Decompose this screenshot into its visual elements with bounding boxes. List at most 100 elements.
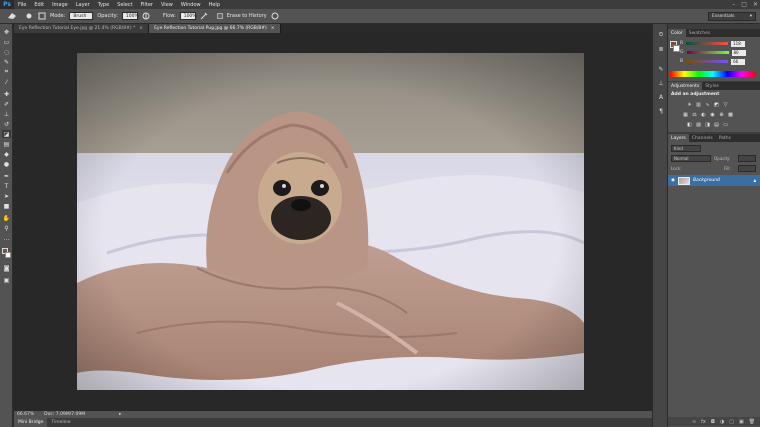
brightness-contrast-icon[interactable]: ☀ — [686, 101, 693, 108]
menu-select[interactable]: Select — [113, 2, 136, 8]
visibility-eye-icon[interactable]: ◉ — [671, 178, 675, 183]
brush-tool-icon[interactable]: ✐ — [2, 100, 11, 108]
minimize-button[interactable]: – — [732, 1, 735, 8]
color-spectrum[interactable] — [670, 71, 756, 77]
tab-styles[interactable]: Styles — [702, 82, 722, 90]
status-arrow-icon[interactable]: ▸ — [119, 412, 121, 417]
tab-adjustments[interactable]: Adjustments — [668, 82, 703, 90]
blue-slider[interactable] — [686, 60, 729, 63]
menu-window[interactable]: Window — [177, 2, 205, 8]
background-swatch[interactable] — [673, 45, 680, 52]
path-select-tool-icon[interactable]: ➤ — [2, 192, 11, 200]
new-adjustment-icon[interactable]: ◑ — [720, 419, 724, 425]
threshold-icon[interactable]: ◨ — [704, 121, 711, 128]
fill-field[interactable] — [738, 165, 756, 172]
link-layers-icon[interactable]: ∞ — [692, 419, 696, 425]
posterize-icon[interactable]: ▨ — [695, 121, 702, 128]
airbrush-icon[interactable] — [200, 12, 209, 21]
tab-paths[interactable]: Paths — [716, 134, 734, 142]
pen-tool-icon[interactable]: ✒ — [2, 172, 11, 180]
tab-layers[interactable]: Layers — [668, 134, 689, 142]
menu-layer[interactable]: Layer — [72, 2, 94, 8]
pressure-size-icon[interactable] — [271, 12, 280, 21]
dodge-tool-icon[interactable]: ● — [2, 160, 11, 168]
color-balance-icon[interactable]: ⚖ — [691, 111, 698, 118]
layer-mask-icon[interactable]: ◘ — [711, 419, 715, 425]
eraser-tool-preset-icon[interactable] — [4, 11, 20, 21]
tab-color[interactable]: Color — [668, 29, 686, 37]
type-tool-icon[interactable]: T — [2, 182, 11, 190]
green-slider[interactable] — [686, 51, 729, 54]
close-icon[interactable]: × — [139, 26, 143, 31]
pug-photo[interactable] — [77, 53, 584, 390]
invert-icon[interactable]: ◧ — [686, 121, 693, 128]
tab-channels[interactable]: Channels — [689, 134, 716, 142]
lasso-tool-icon[interactable]: ◌ — [2, 48, 11, 56]
tab-timeline[interactable]: Timeline — [47, 418, 74, 427]
hand-tool-icon[interactable]: ✋ — [2, 214, 11, 222]
gradient-tool-icon[interactable]: ▤ — [2, 140, 11, 148]
background-color-swatch[interactable] — [5, 252, 11, 258]
canvas-area[interactable] — [14, 33, 652, 411]
brush-panel-icon[interactable] — [37, 12, 46, 21]
green-value[interactable]: 80 — [731, 49, 746, 56]
history-panel-icon[interactable]: ⏲ — [656, 30, 666, 40]
layer-filter-kind[interactable]: Kind — [671, 145, 701, 152]
opacity-field[interactable]: 100% — [121, 12, 139, 20]
blue-value[interactable]: 66 — [731, 58, 746, 65]
new-layer-icon[interactable]: ▣ — [739, 419, 744, 425]
zoom-tool-icon[interactable]: ⚲ — [2, 224, 11, 232]
brush-panel-icon[interactable]: ✎ — [656, 64, 666, 74]
healing-brush-tool-icon[interactable]: ✚ — [2, 90, 11, 98]
blend-mode-select[interactable]: Normal — [671, 155, 711, 162]
properties-panel-icon[interactable]: ≣ — [656, 44, 666, 54]
shape-tool-icon[interactable]: ■ — [2, 202, 11, 210]
clone-source-panel-icon[interactable]: ⊥ — [656, 78, 666, 88]
hue-saturation-icon[interactable]: ▦ — [682, 111, 689, 118]
new-group-icon[interactable]: ▢ — [729, 419, 734, 425]
history-brush-tool-icon[interactable]: ↺ — [2, 120, 11, 128]
character-panel-icon[interactable]: A — [656, 92, 666, 102]
more-tools-icon[interactable]: … — [2, 234, 11, 242]
gradient-map-icon[interactable]: ▭ — [722, 121, 729, 128]
quick-mask-icon[interactable]: ◙ — [2, 264, 11, 272]
zoom-level[interactable]: 66.67% — [17, 412, 34, 417]
menu-file[interactable]: File — [14, 2, 30, 8]
crop-tool-icon[interactable]: ⌗ — [2, 68, 11, 76]
delete-layer-icon[interactable]: 🗑︎ — [749, 419, 755, 425]
move-tool-icon[interactable]: ✥ — [2, 28, 11, 36]
flow-field[interactable]: 100% — [179, 12, 197, 20]
black-white-icon[interactable]: ◐ — [700, 111, 707, 118]
paragraph-panel-icon[interactable]: ¶ — [656, 106, 666, 116]
quick-select-tool-icon[interactable]: ✎ — [2, 58, 11, 66]
pressure-opacity-icon[interactable] — [142, 12, 151, 21]
color-lookup-icon[interactable]: ▩ — [727, 111, 734, 118]
red-value[interactable]: 118 — [731, 40, 746, 47]
tab-mini-bridge[interactable]: Mini Bridge — [14, 418, 48, 427]
layer-row-background[interactable]: ◉ Background 🔒︎ — [668, 175, 760, 186]
menu-view[interactable]: View — [157, 2, 177, 8]
selective-color-icon[interactable]: ▤ — [713, 121, 720, 128]
brush-size-icon[interactable] — [24, 12, 33, 21]
channel-mixer-icon[interactable]: ⊕ — [718, 111, 725, 118]
red-slider[interactable] — [686, 42, 729, 45]
menu-type[interactable]: Type — [94, 2, 113, 8]
exposure-icon[interactable]: ◩ — [713, 101, 720, 108]
tab-pug-document[interactable]: Eye Reflection Tutorial Pug.jpg @ 66.7% … — [149, 24, 281, 33]
close-window-button[interactable]: ✕ — [753, 1, 758, 8]
layer-style-icon[interactable]: fx — [701, 419, 706, 425]
eyedropper-tool-icon[interactable]: ⁄ — [2, 78, 11, 86]
tab-eye-document[interactable]: Eye Reflection Tutorial Eye.jpg @ 21.4% … — [14, 24, 150, 33]
mode-select[interactable]: Brush — [69, 12, 94, 20]
layer-opacity-field[interactable] — [738, 155, 756, 162]
menu-help[interactable]: Help — [205, 2, 224, 8]
maximize-button[interactable]: □ — [741, 1, 747, 8]
blur-tool-icon[interactable]: ◆ — [2, 150, 11, 158]
erase-history-checkbox[interactable] — [216, 13, 223, 19]
screen-mode-icon[interactable]: ▣ — [2, 276, 11, 284]
levels-icon[interactable]: ▥ — [695, 101, 702, 108]
menu-edit[interactable]: Edit — [30, 2, 48, 8]
photo-filter-icon[interactable]: ◉ — [709, 111, 716, 118]
close-icon[interactable]: × — [271, 26, 275, 31]
tab-swatches[interactable]: Swatches — [686, 29, 714, 37]
